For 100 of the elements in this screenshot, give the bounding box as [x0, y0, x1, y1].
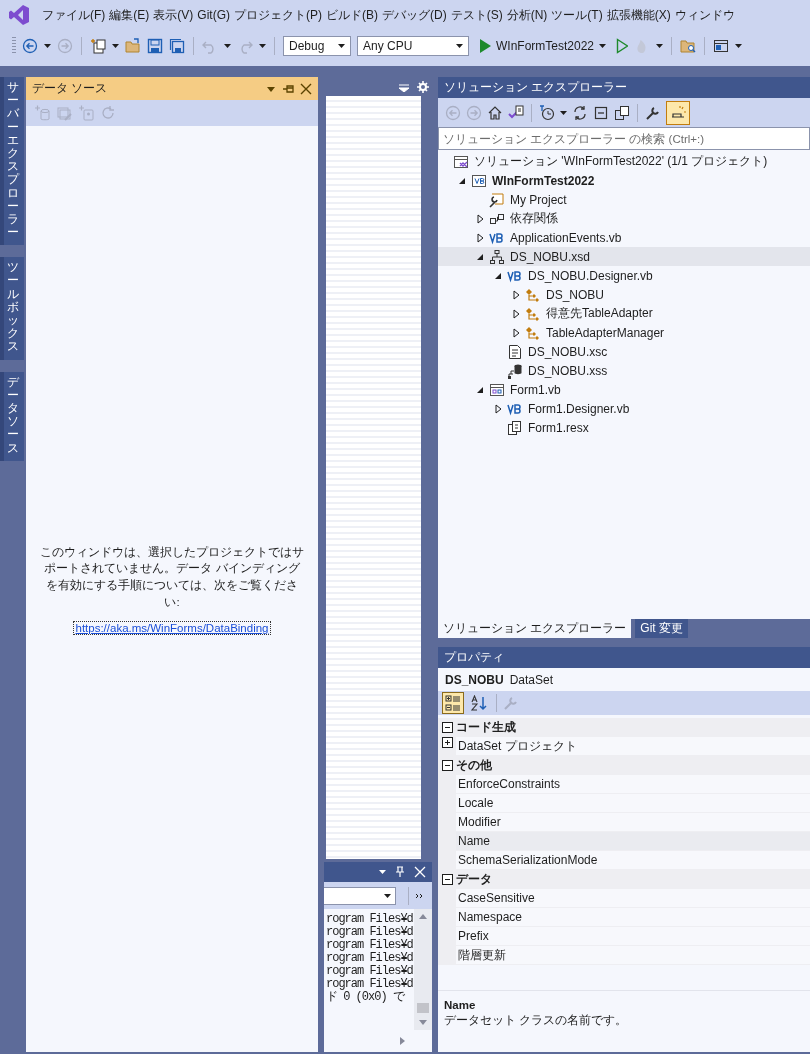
- tree-item[interactable]: 依存関係: [438, 209, 810, 228]
- collapsed-arrow-icon[interactable]: [512, 289, 520, 300]
- caret-icon[interactable]: [112, 44, 119, 48]
- caret-icon[interactable]: [224, 44, 231, 48]
- start-without-debugging-icon[interactable]: [614, 38, 629, 54]
- start-button[interactable]: WInFormTest2022: [475, 36, 609, 56]
- scrollbar-thumb[interactable]: [417, 1003, 429, 1013]
- menu-item[interactable]: 編集(E): [107, 3, 152, 27]
- category-row[interactable]: データ: [438, 870, 810, 889]
- property-name[interactable]: CaseSensitive: [456, 889, 810, 908]
- save-icon[interactable]: [147, 38, 163, 54]
- tree-item[interactable]: ApplicationEvents.vb: [438, 228, 810, 247]
- home-icon[interactable]: [487, 104, 503, 121]
- app-logo-icon[interactable]: [8, 4, 30, 26]
- tree-item[interactable]: DS_NOBU.Designer.vb: [438, 266, 810, 285]
- help-link[interactable]: https://aka.ms/WinForms/DataBinding: [74, 622, 270, 635]
- tree-item[interactable]: Form1.Designer.vb: [438, 399, 810, 418]
- tree-item[interactable]: DS_NOBU.xsd: [438, 247, 810, 266]
- category-row[interactable]: その他: [438, 756, 810, 775]
- property-name[interactable]: DataSet プロジェクト: [456, 737, 810, 756]
- wrench-icon[interactable]: [645, 104, 661, 121]
- scroll-right-icon[interactable]: [399, 1036, 406, 1046]
- collapsed-arrow-icon[interactable]: [476, 232, 484, 243]
- side-tab[interactable]: サーバーエクスプローラー: [0, 77, 24, 246]
- tree-item[interactable]: My Project: [438, 190, 810, 209]
- menu-item[interactable]: プロジェクト(P): [232, 3, 324, 27]
- open-folder-icon[interactable]: [125, 38, 141, 54]
- side-tab[interactable]: データソース: [0, 371, 24, 461]
- vertical-scrollbar[interactable]: [414, 909, 432, 1030]
- tree-item[interactable]: WInFormTest2022: [438, 171, 810, 190]
- property-name[interactable]: Namespace: [456, 908, 810, 927]
- tree-item[interactable]: DS_NOBU: [438, 285, 810, 304]
- tree-item[interactable]: TableAdapterManager: [438, 323, 810, 342]
- folder-search-icon[interactable]: [680, 38, 697, 54]
- expand-box-icon[interactable]: [441, 737, 453, 748]
- back-icon[interactable]: [22, 38, 38, 54]
- menu-item[interactable]: ウィンドウ: [672, 3, 737, 27]
- menu-item[interactable]: ファイル(F): [40, 3, 108, 27]
- collapsed-arrow-icon[interactable]: [494, 403, 502, 414]
- pin-icon[interactable]: [394, 866, 406, 878]
- panel-tab[interactable]: Git 変更: [635, 619, 688, 638]
- dropdown-icon[interactable]: [379, 870, 386, 874]
- window-layout-icon[interactable]: [713, 38, 730, 54]
- settings-icon[interactable]: [417, 80, 429, 93]
- close-icon[interactable]: [300, 82, 312, 95]
- caret-icon[interactable]: [44, 44, 51, 48]
- property-name[interactable]: Locale: [456, 794, 810, 813]
- property-name[interactable]: 階層更新: [456, 946, 810, 965]
- sync-icon[interactable]: [572, 104, 588, 121]
- tree-item[interactable]: DS_NOBU.xsc: [438, 342, 810, 361]
- menu-item[interactable]: 分析(N): [504, 3, 550, 27]
- collapsed-arrow-icon[interactable]: [476, 213, 484, 224]
- filter-dropdown-icon[interactable]: [398, 81, 410, 92]
- menu-item[interactable]: Git(G): [195, 5, 232, 25]
- tree-item[interactable]: 得意先TableAdapter: [438, 304, 810, 323]
- property-name[interactable]: EnforceConstraints: [456, 775, 810, 794]
- caret-icon[interactable]: [560, 110, 567, 115]
- property-name[interactable]: Prefix: [456, 927, 810, 946]
- caret-icon[interactable]: [259, 44, 266, 48]
- categorized-view-button[interactable]: [442, 692, 464, 714]
- scroll-down-icon[interactable]: [418, 1019, 428, 1026]
- menu-item[interactable]: テスト(S): [448, 3, 505, 27]
- copy-pages-icon[interactable]: [614, 104, 630, 121]
- output-source-dropdown[interactable]: [324, 886, 396, 905]
- new-project-icon[interactable]: [90, 38, 106, 54]
- preview-toggle[interactable]: [666, 100, 690, 125]
- overflow-chevron-icon[interactable]: [415, 892, 423, 899]
- tree-item[interactable]: Form1.vb: [438, 380, 810, 399]
- switch-views-icon[interactable]: [508, 104, 524, 121]
- alphabetical-view-button[interactable]: [468, 692, 490, 714]
- output-line: rogram Files¥d: [326, 978, 414, 991]
- caret-icon[interactable]: [735, 44, 743, 48]
- collapse-box-icon: [441, 722, 453, 733]
- form-icon: [489, 381, 505, 398]
- property-name[interactable]: SchemaSerializationMode: [456, 851, 810, 870]
- history-icon[interactable]: [539, 104, 555, 121]
- menu-item[interactable]: ツール(T): [549, 3, 605, 27]
- tree-item[interactable]: Form1.resx: [438, 418, 810, 437]
- menu-item[interactable]: 拡張機能(X): [604, 3, 673, 27]
- tree-item[interactable]: DS_NOBU.xss: [438, 361, 810, 380]
- dropdown-icon[interactable]: [266, 84, 276, 93]
- caret-icon[interactable]: [656, 44, 664, 48]
- property-name[interactable]: Name: [456, 832, 810, 851]
- pin-icon[interactable]: [282, 82, 294, 95]
- menu-item[interactable]: デバッグ(D): [380, 3, 449, 27]
- menu-item[interactable]: ビルド(B): [324, 3, 380, 27]
- category-row[interactable]: コード生成: [438, 718, 810, 737]
- platform-dropdown[interactable]: Any CPU: [357, 36, 469, 56]
- tree-item[interactable]: ソリューション 'WInFormTest2022' (1/1 プロジェクト): [438, 152, 810, 171]
- collapsed-arrow-icon[interactable]: [512, 308, 520, 319]
- save-all-icon[interactable]: [169, 38, 185, 54]
- side-tab[interactable]: ツールボックス: [0, 257, 24, 360]
- collapsed-arrow-icon[interactable]: [512, 327, 520, 338]
- configuration-dropdown[interactable]: Debug: [283, 36, 351, 56]
- menu-item[interactable]: 表示(V): [151, 3, 196, 27]
- search-field[interactable]: ソリューション エクスプローラー の検索 (Ctrl+:): [438, 127, 810, 150]
- property-name[interactable]: Modifier: [456, 813, 810, 832]
- scroll-up-icon[interactable]: [418, 913, 428, 920]
- collapse-all-icon[interactable]: [593, 104, 609, 121]
- panel-tab[interactable]: ソリューション エクスプローラー: [438, 619, 632, 638]
